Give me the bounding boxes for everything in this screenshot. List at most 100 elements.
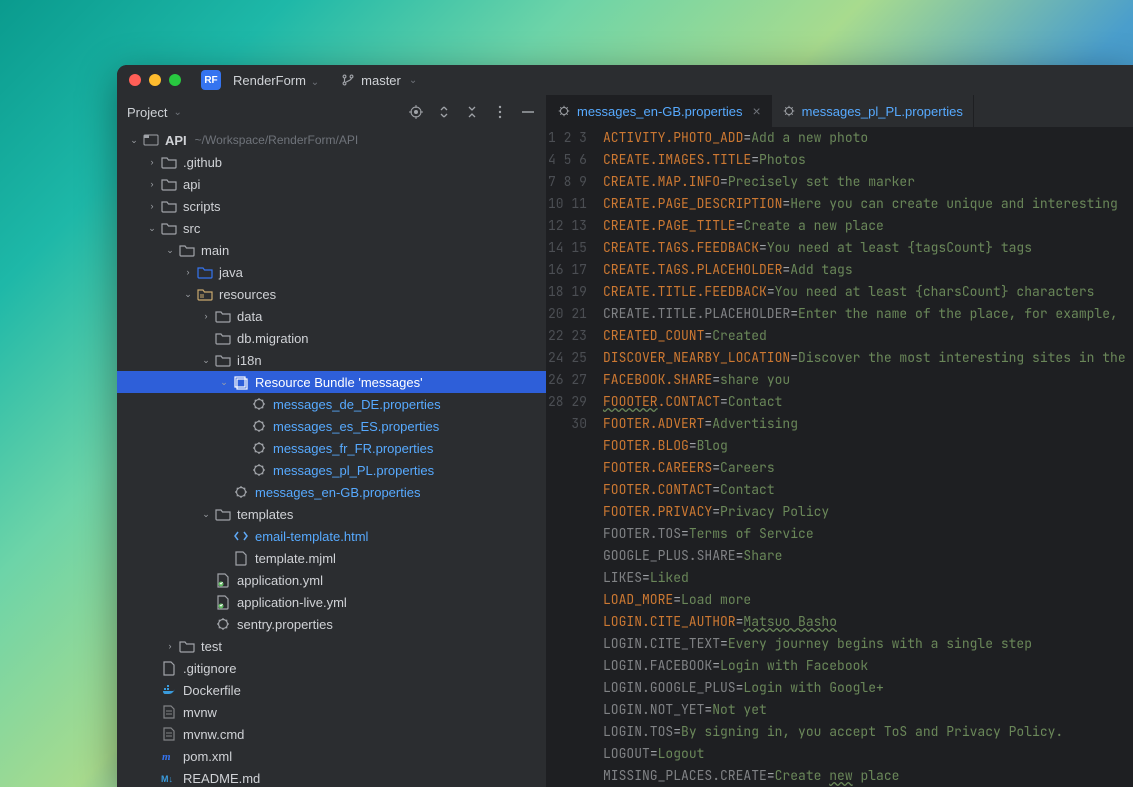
chevron-icon[interactable]: ›	[145, 157, 159, 167]
file-gray-icon	[161, 704, 177, 720]
tree-row[interactable]: messages_pl_PL.properties	[117, 459, 546, 481]
tree-label: i18n	[237, 353, 262, 368]
window-controls	[129, 74, 181, 86]
tree-path: ~/Workspace/RenderForm/API	[195, 133, 359, 147]
tree-label: .gitignore	[183, 661, 236, 676]
tree-row[interactable]: ⌄ main	[117, 239, 546, 261]
close-tab-icon[interactable]: ×	[752, 103, 760, 119]
maximize-window-button[interactable]	[169, 74, 181, 86]
vcs-branch[interactable]: master ⌄	[341, 73, 417, 88]
tree-label: mvnw.cmd	[183, 727, 244, 742]
tree-label: application.yml	[237, 573, 323, 588]
editor-area: messages_en-GB.properties × messages_pl_PL…	[547, 95, 1133, 787]
tree-row[interactable]: db.migration	[117, 327, 546, 349]
chevron-icon[interactable]: ⌄	[127, 135, 141, 146]
tree-row[interactable]: messages_en-GB.properties	[117, 481, 546, 503]
code-content[interactable]: ACTIVITY.PHOTO_ADD=Add a new photo CREAT…	[599, 127, 1133, 787]
tree-row[interactable]: ›java	[117, 261, 546, 283]
tree-row[interactable]: M↓README.md	[117, 767, 546, 787]
tree-row[interactable]: › api	[117, 173, 546, 195]
tree-row[interactable]: ›data	[117, 305, 546, 327]
docker-icon	[161, 682, 177, 698]
html-icon	[233, 528, 249, 544]
folder-icon	[215, 352, 231, 368]
tree-row[interactable]: Dockerfile	[117, 679, 546, 701]
tree-row[interactable]: application.yml	[117, 569, 546, 591]
tree-row[interactable]: ⌄ API ~/Workspace/RenderForm/API	[117, 129, 546, 151]
titlebar: RF RenderForm ⌄ master ⌄	[117, 65, 1133, 95]
bundle-icon	[233, 374, 249, 390]
chevron-icon[interactable]: ⌄	[217, 377, 231, 388]
tree-row[interactable]: ›scripts	[117, 195, 546, 217]
tree-row[interactable]: ⌄resources	[117, 283, 546, 305]
svg-text:m: m	[162, 751, 171, 763]
tree-label: src	[183, 221, 200, 236]
chevron-icon[interactable]: ⌄	[145, 223, 159, 234]
close-window-button[interactable]	[129, 74, 141, 86]
chevron-down-icon: ⌄	[409, 75, 417, 86]
project-name[interactable]: RenderForm ⌄	[233, 73, 319, 88]
hide-panel-icon[interactable]	[520, 104, 536, 120]
tree-label: main	[201, 243, 229, 258]
tree-label: sentry.properties	[237, 617, 333, 632]
tree-row[interactable]: .gitignore	[117, 657, 546, 679]
tree-row[interactable]: messages_fr_FR.properties	[117, 437, 546, 459]
tree-label: template.mjml	[255, 551, 336, 566]
tree-label: mvnw	[183, 705, 217, 720]
tree-row[interactable]: ⌄ Resource Bundle 'messages'	[117, 371, 546, 393]
tree-row[interactable]: ⌄ src	[117, 217, 546, 239]
tree-row[interactable]: mpom.xml	[117, 745, 546, 767]
tree-label: Resource Bundle 'messages'	[255, 375, 423, 390]
chevron-icon[interactable]: ›	[145, 179, 159, 189]
folder-icon	[161, 198, 177, 214]
target-icon[interactable]	[408, 104, 424, 120]
tree-label: db.migration	[237, 331, 309, 346]
tree-row[interactable]: mvnw.cmd	[117, 723, 546, 745]
tree-row[interactable]: application-live.yml	[117, 591, 546, 613]
editor-tabs: messages_en-GB.properties × messages_pl_PL…	[547, 95, 1133, 127]
editor[interactable]: 1 2 3 4 5 6 7 8 9 10 11 12 13 14 15 16 1…	[547, 127, 1133, 787]
branch-icon	[341, 73, 355, 87]
tree-row[interactable]: sentry.properties	[117, 613, 546, 635]
more-icon[interactable]	[492, 104, 508, 120]
tree-label: templates	[237, 507, 293, 522]
tree-row[interactable]: messages_es_ES.properties	[117, 415, 546, 437]
editor-tab[interactable]: messages_pl_PL.properties	[772, 95, 974, 127]
panel-title[interactable]: Project	[127, 105, 167, 120]
tree-row[interactable]: › test	[117, 635, 546, 657]
tree-row[interactable]: template.mjml	[117, 547, 546, 569]
folder-icon	[179, 242, 195, 258]
props-icon	[251, 396, 267, 412]
tab-label: messages_en-GB.properties	[577, 104, 742, 119]
minimize-window-button[interactable]	[149, 74, 161, 86]
tree-row[interactable]: mvnw	[117, 701, 546, 723]
chevron-icon[interactable]: ›	[145, 201, 159, 211]
project-tree[interactable]: ⌄API~/Workspace/RenderForm/API›.github›a…	[117, 129, 546, 787]
chevron-icon[interactable]: ⌄	[199, 355, 213, 366]
tree-row[interactable]: email-template.html	[117, 525, 546, 547]
chevron-icon[interactable]: ⌄	[181, 289, 195, 300]
folder-icon	[179, 638, 195, 654]
chevron-icon[interactable]: ⌄	[199, 509, 213, 520]
collapse-icon[interactable]	[464, 104, 480, 120]
tree-label: test	[201, 639, 222, 654]
tree-label: messages_pl_PL.properties	[273, 463, 434, 478]
folder-icon	[161, 176, 177, 192]
tree-label: api	[183, 177, 200, 192]
res-folder-icon	[197, 286, 213, 302]
expand-icon[interactable]	[436, 104, 452, 120]
editor-tab[interactable]: messages_en-GB.properties ×	[547, 95, 772, 127]
chevron-icon[interactable]: ›	[181, 267, 195, 277]
chevron-icon[interactable]: ›	[199, 311, 213, 321]
properties-icon	[782, 104, 796, 118]
file-icon	[161, 660, 177, 676]
props-icon	[251, 440, 267, 456]
chevron-icon[interactable]: ⌄	[163, 245, 177, 256]
tree-label: API	[165, 133, 187, 148]
chevron-icon[interactable]: ›	[163, 641, 177, 651]
tree-row[interactable]: messages_de_DE.properties	[117, 393, 546, 415]
tree-row[interactable]: ⌄ templates	[117, 503, 546, 525]
tree-row[interactable]: ›.github	[117, 151, 546, 173]
tree-row[interactable]: ⌄ i18n	[117, 349, 546, 371]
properties-icon	[557, 104, 571, 118]
